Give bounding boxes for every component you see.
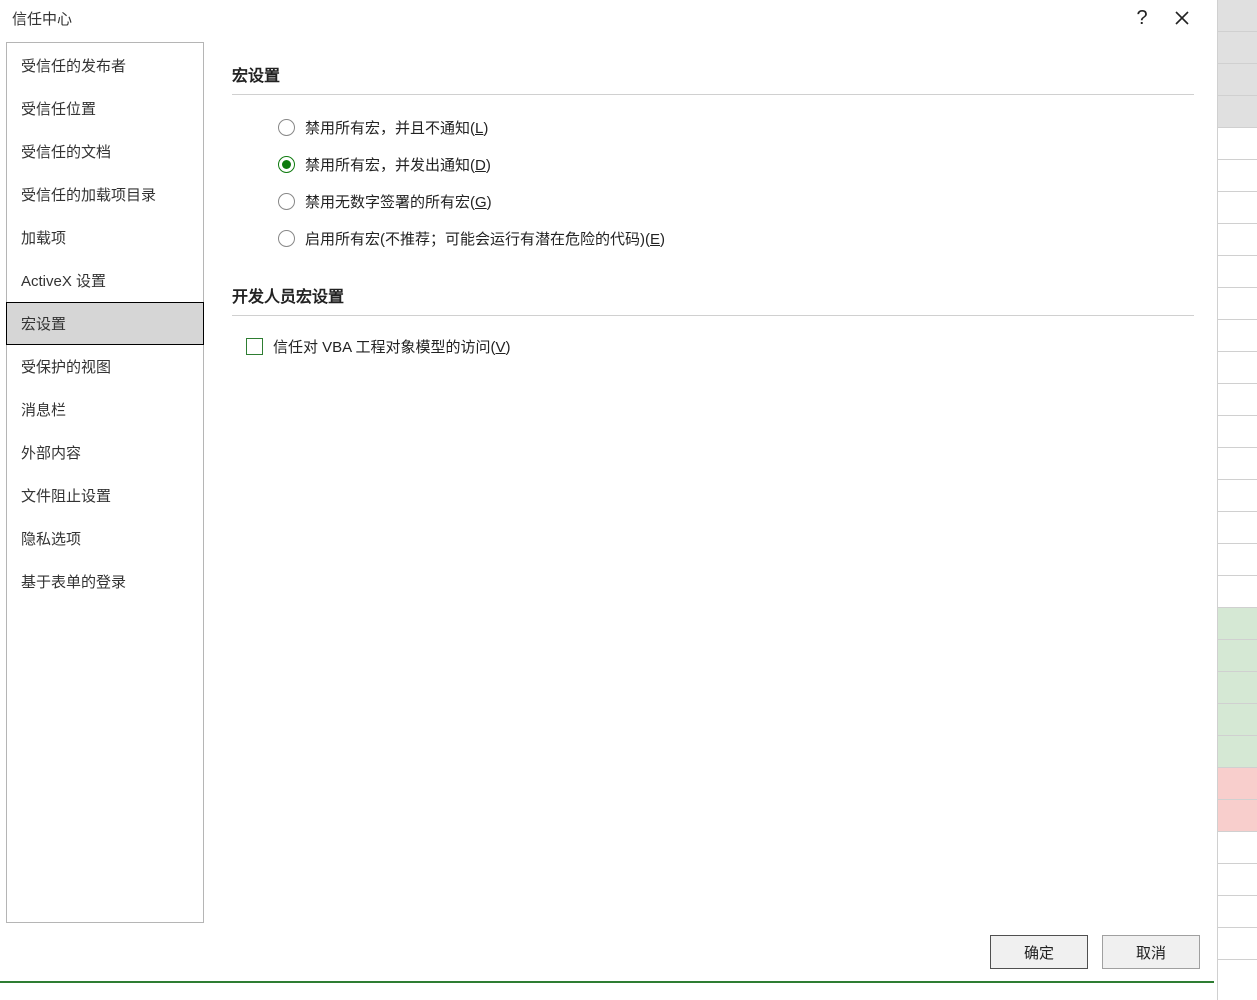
radio-label: 禁用所有宏，并且不通知(L) — [305, 117, 488, 138]
sidebar-item-5[interactable]: ActiveX 设置 — [6, 259, 204, 302]
dialog-body: 受信任的发布者受信任位置受信任的文档受信任的加载项目录加载项ActiveX 设置… — [0, 36, 1214, 923]
sidebar-item-11[interactable]: 隐私选项 — [6, 517, 204, 560]
sidebar-item-7[interactable]: 受保护的视图 — [6, 345, 204, 388]
macro-radio-group: 禁用所有宏，并且不通知(L) 禁用所有宏，并发出通知(D) 禁用无数字签署的所有宏(… — [232, 109, 1194, 257]
sidebar-item-10[interactable]: 文件阻止设置 — [6, 474, 204, 517]
checkbox-icon — [246, 338, 263, 355]
trust-vba-checkbox-label: 信任对 VBA 工程对象模型的访问(V) — [273, 336, 511, 357]
trust-center-dialog: 信任中心 ? 受信任的发布者受信任位置受信任的文档受信任的加载项目录加载项Act… — [0, 0, 1214, 983]
close-icon — [1174, 10, 1190, 26]
sidebar-item-0[interactable]: 受信任的发布者 — [6, 44, 204, 87]
background-spreadsheet-sliver — [1217, 0, 1257, 1000]
dialog-title: 信任中心 — [12, 8, 1122, 29]
radio-label: 禁用所有宏，并发出通知(D) — [305, 154, 491, 175]
dialog-footer: 确定 取消 — [0, 923, 1214, 981]
macro-radio-1[interactable]: 禁用所有宏，并发出通知(D) — [278, 146, 1194, 183]
macro-radio-0[interactable]: 禁用所有宏，并且不通知(L) — [278, 109, 1194, 146]
ok-button[interactable]: 确定 — [990, 935, 1088, 969]
macro-radio-2[interactable]: 禁用无数字签署的所有宏(G) — [278, 183, 1194, 220]
help-button[interactable]: ? — [1122, 3, 1162, 33]
section-title-developer-macro-settings: 开发人员宏设置 — [232, 283, 1194, 316]
radio-icon — [278, 119, 295, 136]
close-button[interactable] — [1162, 3, 1202, 33]
section-title-macro-settings: 宏设置 — [232, 62, 1194, 95]
radio-icon — [278, 156, 295, 173]
sidebar-item-3[interactable]: 受信任的加载项目录 — [6, 173, 204, 216]
cancel-button[interactable]: 取消 — [1102, 935, 1200, 969]
sidebar-item-4[interactable]: 加载项 — [6, 216, 204, 259]
radio-icon — [278, 193, 295, 210]
radio-label: 启用所有宏(不推荐；可能会运行有潜在危险的代码)(E) — [305, 228, 665, 249]
sidebar-item-8[interactable]: 消息栏 — [6, 388, 204, 431]
sidebar-item-9[interactable]: 外部内容 — [6, 431, 204, 474]
content-pane: 宏设置 禁用所有宏，并且不通知(L) 禁用所有宏，并发出通知(D) 禁用无数字签署的… — [232, 42, 1206, 923]
sidebar: 受信任的发布者受信任位置受信任的文档受信任的加载项目录加载项ActiveX 设置… — [6, 42, 204, 923]
sidebar-item-12[interactable]: 基于表单的登录 — [6, 560, 204, 603]
radio-label: 禁用无数字签署的所有宏(G) — [305, 191, 492, 212]
radio-icon — [278, 230, 295, 247]
sidebar-item-1[interactable]: 受信任位置 — [6, 87, 204, 130]
macro-radio-3[interactable]: 启用所有宏(不推荐；可能会运行有潜在危险的代码)(E) — [278, 220, 1194, 257]
sidebar-item-6[interactable]: 宏设置 — [6, 302, 204, 345]
trust-vba-checkbox-row[interactable]: 信任对 VBA 工程对象模型的访问(V) — [232, 330, 1194, 357]
sidebar-item-2[interactable]: 受信任的文档 — [6, 130, 204, 173]
titlebar: 信任中心 ? — [0, 0, 1214, 36]
